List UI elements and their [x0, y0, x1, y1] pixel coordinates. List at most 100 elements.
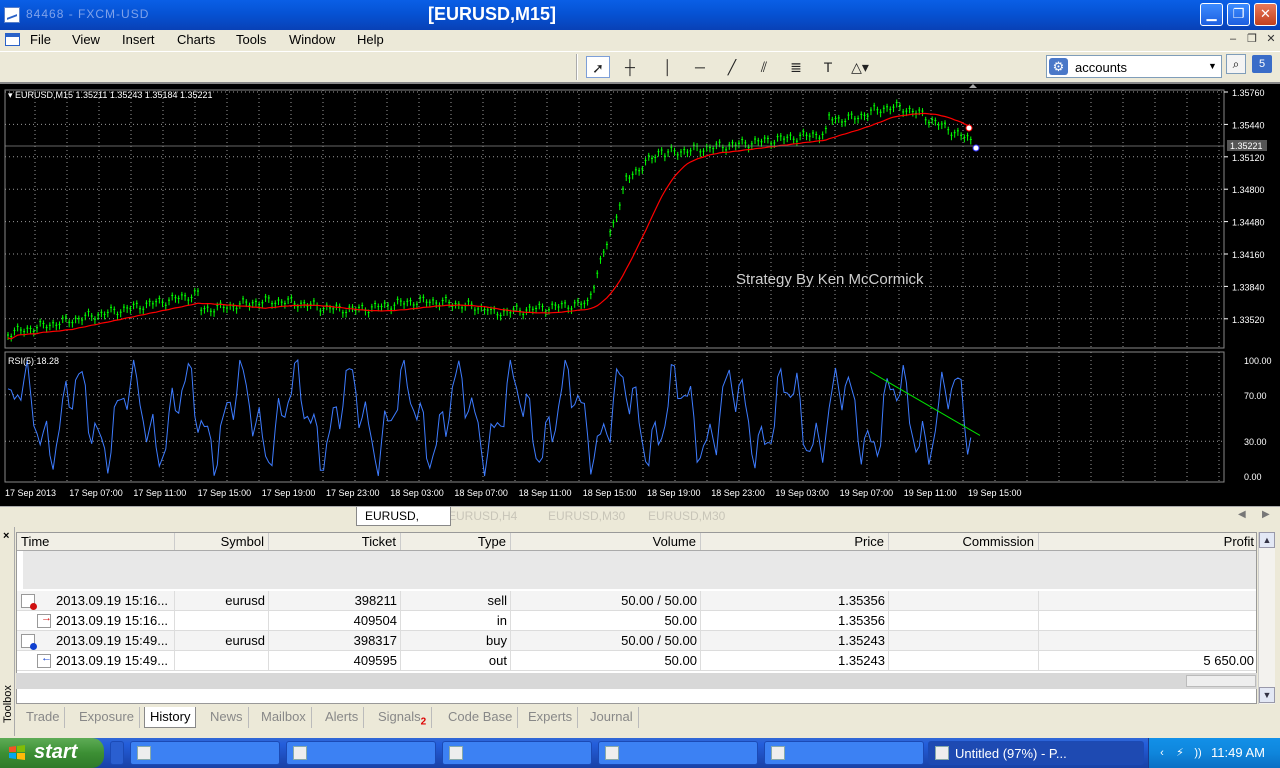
rsi-tick-label: 30.00 [1244, 437, 1267, 447]
tab-exposure[interactable]: Exposure [74, 707, 140, 728]
network-icon[interactable]: ⚡ [1173, 746, 1187, 760]
chart-area[interactable]: 1.35760 1.35440 1.35120 1.34800 1.34480 1.341… [0, 82, 1280, 506]
time-label: 18 Sep 15:00 [583, 488, 637, 498]
cell-price: 1.35356 [701, 611, 889, 630]
time-label: 17 Sep 19:00 [262, 488, 316, 498]
order-sell-icon [21, 594, 37, 610]
horizontal-line-icon[interactable]: ─ [688, 56, 712, 78]
minimize-button[interactable]: ▁ [1200, 3, 1223, 26]
time-label: 18 Sep 03:00 [390, 488, 444, 498]
menu-charts[interactable]: Charts [177, 32, 215, 47]
cell-time: 2013.09.19 15:49... [53, 651, 175, 670]
price-tick-label: 1.33840 [1232, 282, 1265, 292]
close-icon[interactable]: × [3, 530, 9, 542]
table-row[interactable]: 2013.09.19 15:49... eurusd 398317 buy 50.00 … [17, 631, 1256, 651]
tab-history[interactable]: History [144, 707, 197, 728]
tab-alerts[interactable]: Alerts [320, 707, 365, 728]
task-icon [449, 746, 463, 760]
col-ticket[interactable]: Ticket [269, 533, 401, 550]
mdi-minimize-button[interactable]: – [1226, 33, 1240, 46]
gear-icon[interactable]: ⚙ [1049, 58, 1068, 75]
time-label: 19 Sep 11:00 [904, 488, 957, 498]
tray-expand-icon[interactable]: ‹ [1155, 746, 1169, 760]
tab-prev-icon[interactable]: ◀ [1238, 509, 1246, 520]
quick-launch[interactable] [110, 741, 124, 765]
tab-journal[interactable]: Journal [585, 707, 639, 728]
chevron-down-icon[interactable]: ▼ [1205, 57, 1220, 76]
cell-volume: 50.00 / 50.00 [511, 631, 701, 650]
cell-price: 1.35243 [701, 631, 889, 650]
wireless-icon[interactable]: )) [1191, 746, 1205, 760]
sell-marker-icon [965, 124, 973, 132]
col-commission[interactable]: Commission [889, 533, 1039, 550]
col-symbol[interactable]: Symbol [175, 533, 269, 550]
chart-window-icon[interactable] [5, 33, 20, 46]
vertical-line-icon[interactable]: │ [656, 56, 680, 78]
scroll-down-icon[interactable]: ▼ [1259, 687, 1275, 703]
crosshair-icon[interactable]: ┼ [618, 56, 642, 78]
cell-ticket: 409504 [269, 611, 401, 630]
menu-insert[interactable]: Insert [122, 32, 155, 47]
price-tick-label: 1.35440 [1232, 120, 1265, 130]
shapes-icon[interactable]: △▾ [848, 56, 872, 78]
start-button[interactable]: start [0, 738, 104, 768]
task-button-4[interactable] [598, 741, 758, 765]
tab-news[interactable]: News [205, 707, 249, 728]
price-chart[interactable]: 1.35760 1.35440 1.35120 1.34800 1.34480 1.341… [0, 84, 1280, 506]
col-type[interactable]: Type [401, 533, 511, 550]
cell-commission [889, 591, 1039, 610]
close-button[interactable]: ✕ [1254, 3, 1277, 26]
task-button-2[interactable] [286, 741, 436, 765]
tab-next-icon[interactable]: ▶ [1262, 509, 1270, 520]
table-row[interactable]: 2013.09.19 15:16... eurusd 398211 sell 50.00… [17, 591, 1256, 611]
chart-tab-h4[interactable]: EURUSD,H4 [440, 507, 525, 526]
menu-view[interactable]: View [72, 32, 100, 47]
cursor-icon[interactable]: ➚ [586, 56, 610, 78]
table-row[interactable]: ← 2013.09.19 15:49... 409595 out 50.00 1.3524… [17, 651, 1256, 671]
col-time[interactable]: Time [17, 533, 175, 550]
cell-ticket: 398317 [269, 631, 401, 650]
scroll-up-icon[interactable]: ▲ [1259, 532, 1275, 548]
chart-tab-m30[interactable]: EURUSD,M30 [540, 507, 633, 526]
col-profit[interactable]: Profit [1039, 533, 1256, 550]
task-button-1[interactable] [130, 741, 280, 765]
cell-ticket: 398211 [269, 591, 401, 610]
fibonacci-icon[interactable]: ≣ [784, 56, 808, 78]
chart-tab-active[interactable]: EURUSD, [356, 507, 451, 526]
tab-trade[interactable]: Trade [21, 707, 66, 728]
maximize-button[interactable]: ❐ [1227, 3, 1250, 26]
menu-file[interactable]: File [30, 32, 51, 47]
horizontal-scrollbar[interactable] [16, 673, 1257, 689]
task-button-5[interactable] [764, 741, 924, 765]
mdi-close-button[interactable]: ✕ [1264, 33, 1278, 46]
tab-code-base[interactable]: Code Base [443, 707, 519, 728]
chart-tab-m30-2[interactable]: EURUSD,M30 [640, 507, 733, 526]
scroll-thumb[interactable] [1186, 675, 1256, 687]
vertical-scrollbar[interactable]: ▲ ▼ [1258, 532, 1275, 704]
search-box[interactable]: ⚙ accounts ▼ [1046, 55, 1222, 78]
task-button-3[interactable] [442, 741, 592, 765]
title-bar: 84468 - FXCM-USD [EURUSD,M15] ▁ ❐ ✕ [0, 0, 1280, 30]
col-volume[interactable]: Volume [511, 533, 701, 550]
trendline-icon[interactable]: ╱ [720, 56, 744, 78]
shift-marker-icon [969, 84, 977, 88]
tab-signals[interactable]: Signals2 [373, 707, 433, 728]
task-button-paint[interactable]: Untitled (97%) - P... [928, 741, 1144, 765]
col-price[interactable]: Price [701, 533, 889, 550]
search-input[interactable]: accounts [1075, 60, 1127, 75]
messages-badge[interactable]: 5 [1252, 55, 1272, 73]
text-icon[interactable]: T [816, 56, 840, 78]
menu-tools[interactable]: Tools [236, 32, 266, 47]
price-tick-label: 1.34800 [1232, 185, 1265, 195]
time-label: 19 Sep 15:00 [968, 488, 1022, 498]
tab-mailbox[interactable]: Mailbox [256, 707, 312, 728]
menu-help[interactable]: Help [357, 32, 384, 47]
table-row[interactable]: → 2013.09.19 15:16... 409504 in 50.00 1.35356 [17, 611, 1256, 631]
equidistant-channel-icon[interactable]: ⫽ [752, 56, 776, 78]
tab-experts[interactable]: Experts [523, 707, 579, 728]
search-icon[interactable]: ⌕ [1226, 54, 1246, 74]
buy-marker-icon [972, 144, 980, 152]
mdi-restore-button[interactable]: ❐ [1245, 33, 1259, 46]
menu-window[interactable]: Window [289, 32, 335, 47]
task-icon [771, 746, 785, 760]
